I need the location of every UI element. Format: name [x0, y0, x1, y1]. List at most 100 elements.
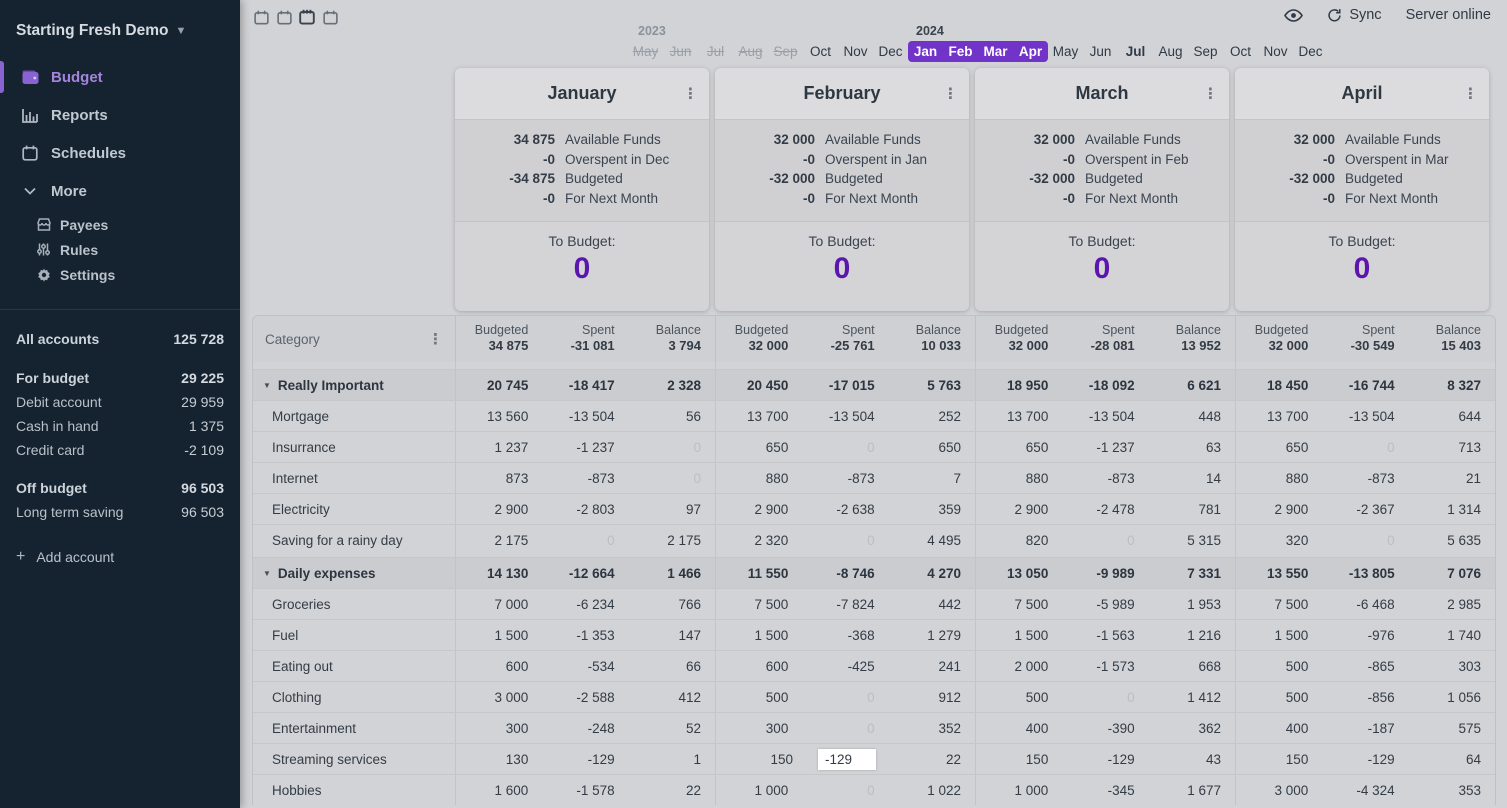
spent-cell[interactable]: -345 [1062, 783, 1148, 798]
spent-cell[interactable]: -13 504 [1322, 409, 1408, 424]
sidebar-item-budget[interactable]: Budget [0, 58, 240, 96]
collapse-triangle-icon[interactable]: ▼ [263, 569, 271, 578]
balance-cell[interactable]: 352 [889, 721, 975, 736]
budgeted-cell[interactable]: 2 000 [976, 659, 1062, 674]
budgeted-cell[interactable]: 2 175 [456, 533, 542, 548]
to-budget-value[interactable]: 0 [1094, 252, 1111, 286]
budgeted-cell[interactable]: 880 [976, 471, 1062, 486]
balance-cell[interactable]: 1 412 [1149, 690, 1235, 705]
month-tab-jul-14[interactable]: Jul [1118, 41, 1153, 62]
balance-cell[interactable]: 6 621 [1149, 378, 1235, 393]
budgeted-cell[interactable]: 2 900 [976, 502, 1062, 517]
budgeted-cell[interactable]: 1 500 [456, 628, 542, 643]
spent-cell[interactable]: 0 [802, 690, 888, 705]
to-budget-value[interactable]: 0 [1354, 252, 1371, 286]
month-tab-jul-2[interactable]: Jul [698, 41, 733, 62]
budgeted-cell[interactable]: 320 [1236, 533, 1322, 548]
budgeted-cell[interactable]: 1 237 [456, 440, 542, 455]
balance-cell[interactable]: 7 [889, 471, 975, 486]
budgeted-cell[interactable]: 11 550 [716, 566, 802, 581]
add-account-button[interactable]: + Add account [16, 548, 224, 566]
spent-cell[interactable]: -873 [1062, 471, 1148, 486]
month-tab-jun-1[interactable]: Jun [663, 41, 698, 62]
spent-cell[interactable]: -9 989 [1062, 566, 1148, 581]
spent-cell[interactable]: -1 563 [1062, 628, 1148, 643]
balance-cell[interactable]: 14 [1149, 471, 1235, 486]
category-name-cell[interactable]: Groceries [253, 589, 455, 619]
spent-cell[interactable]: -248 [542, 721, 628, 736]
spent-cell[interactable]: -1 237 [542, 440, 628, 455]
spent-cell[interactable]: 0 [802, 783, 888, 798]
month-tab-nov-6[interactable]: Nov [838, 41, 873, 62]
balance-cell[interactable]: 66 [629, 659, 715, 674]
budgeted-cell[interactable]: 7 500 [976, 597, 1062, 612]
budgeted-cell[interactable]: 7 500 [716, 597, 802, 612]
month-tab-may-0[interactable]: May [628, 41, 663, 62]
spent-cell[interactable]: -2 367 [1322, 502, 1408, 517]
budgeted-cell[interactable]: 3 000 [456, 690, 542, 705]
sidebar-item-long-term-saving[interactable]: Long term saving 96 503 [16, 500, 224, 524]
balance-cell[interactable]: 63 [1149, 440, 1235, 455]
spent-cell[interactable]: 0 [1322, 533, 1408, 548]
balance-cell[interactable]: 22 [629, 783, 715, 798]
sidebar-item-reports[interactable]: Reports [0, 96, 240, 134]
spent-cell[interactable]: -17 015 [802, 378, 888, 393]
budgeted-cell[interactable]: 500 [1236, 690, 1322, 705]
balance-cell[interactable]: 412 [629, 690, 715, 705]
balance-cell[interactable]: 668 [1149, 659, 1235, 674]
budgeted-cell[interactable]: 7 500 [1236, 597, 1322, 612]
sidebar-item-payees[interactable]: Payees [0, 212, 240, 237]
spent-cell[interactable]: -129 [807, 749, 884, 770]
group-name-cell[interactable]: ▼Daily expenses [253, 558, 455, 588]
category-name-cell[interactable]: Electricity [253, 494, 455, 524]
balance-cell[interactable]: 43 [1149, 752, 1235, 767]
category-name-cell[interactable]: Streaming services [253, 744, 455, 774]
balance-cell[interactable]: 353 [1409, 783, 1495, 798]
sidebar-item-credit-card[interactable]: Credit card -2 109 [16, 438, 224, 462]
balance-cell[interactable]: 97 [629, 502, 715, 517]
category-name-cell[interactable]: Fuel [253, 620, 455, 650]
editing-value-box[interactable]: -129 [818, 749, 876, 770]
spent-cell[interactable]: 0 [1322, 440, 1408, 455]
category-name-cell[interactable]: Entertainment [253, 713, 455, 743]
balance-cell[interactable]: 241 [889, 659, 975, 674]
balance-cell[interactable]: 303 [1409, 659, 1495, 674]
balance-cell[interactable]: 0 [629, 440, 715, 455]
balance-cell[interactable]: 64 [1409, 752, 1495, 767]
category-menu-icon[interactable]: ⋮ [428, 332, 443, 347]
spent-cell[interactable]: -129 [1062, 752, 1148, 767]
spent-cell[interactable]: -1 237 [1062, 440, 1148, 455]
balance-cell[interactable]: 766 [629, 597, 715, 612]
spent-cell[interactable]: -13 504 [802, 409, 888, 424]
spent-cell[interactable]: -129 [1322, 752, 1408, 767]
budgeted-cell[interactable]: 650 [1236, 440, 1322, 455]
budgeted-cell[interactable]: 1 500 [1236, 628, 1322, 643]
month-tab-sep-16[interactable]: Sep [1188, 41, 1223, 62]
spent-cell[interactable]: -13 805 [1322, 566, 1408, 581]
balance-cell[interactable]: 713 [1409, 440, 1495, 455]
sidebar-item-all-accounts[interactable]: All accounts 125 728 [16, 327, 224, 351]
balance-cell[interactable]: 575 [1409, 721, 1495, 736]
balance-cell[interactable]: 2 328 [629, 378, 715, 393]
spent-cell[interactable]: 0 [542, 533, 628, 548]
balance-cell[interactable]: 4 270 [889, 566, 975, 581]
month-tab-dec-19[interactable]: Dec [1293, 41, 1328, 62]
spent-cell[interactable]: 0 [802, 533, 888, 548]
budgeted-cell[interactable]: 13 700 [1236, 409, 1322, 424]
month-tab-aug-3[interactable]: Aug [733, 41, 768, 62]
budgeted-cell[interactable]: 300 [716, 721, 802, 736]
to-budget-value[interactable]: 0 [834, 252, 851, 286]
spent-cell[interactable]: -16 744 [1322, 378, 1408, 393]
balance-cell[interactable]: 0 [629, 471, 715, 486]
sidebar-item-debit-account[interactable]: Debit account 29 959 [16, 390, 224, 414]
budgeted-cell[interactable]: 880 [1236, 471, 1322, 486]
balance-cell[interactable]: 56 [629, 409, 715, 424]
budgeted-cell[interactable]: 880 [716, 471, 802, 486]
six-month-view-button[interactable] [321, 8, 339, 26]
balance-cell[interactable]: 2 175 [629, 533, 715, 548]
server-status-button[interactable]: Server online [1406, 7, 1491, 23]
balance-cell[interactable]: 252 [889, 409, 975, 424]
budgeted-cell[interactable]: 820 [976, 533, 1062, 548]
budgeted-cell[interactable]: 2 320 [716, 533, 802, 548]
balance-cell[interactable]: 21 [1409, 471, 1495, 486]
